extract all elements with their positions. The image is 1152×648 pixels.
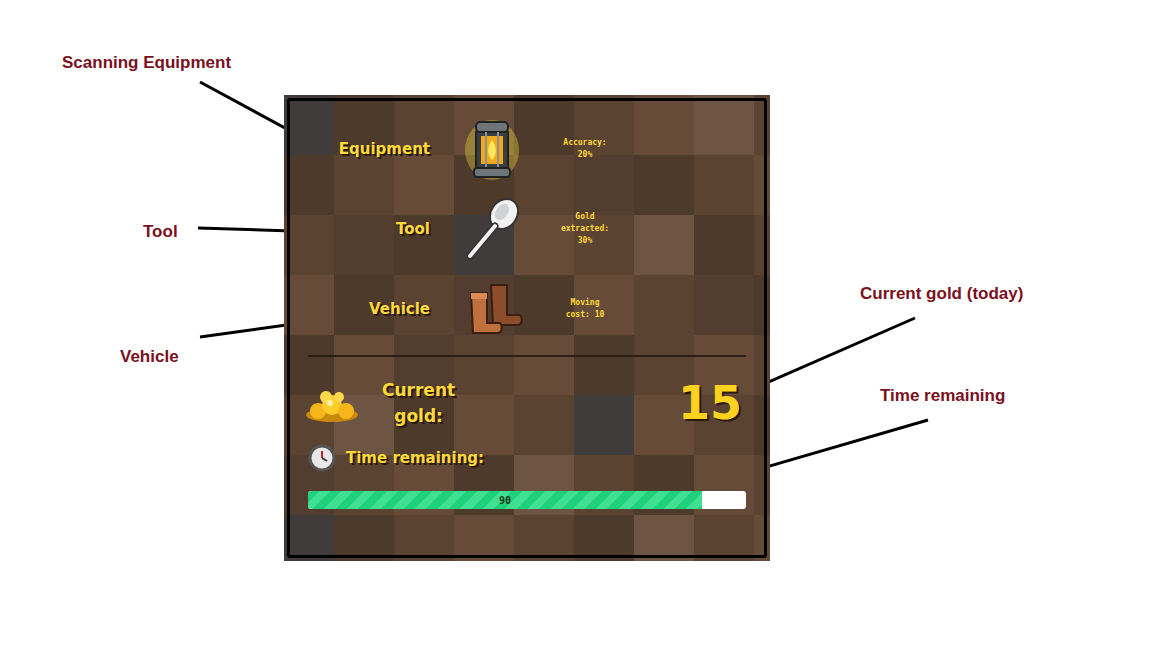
item-label: Equipment — [290, 138, 430, 161]
item-label: Vehicle — [290, 298, 430, 321]
annotation-label: Tool — [143, 219, 178, 245]
annotation-label: Vehicle — [120, 344, 179, 370]
annotation-label: Scanning Equipment — [62, 50, 231, 76]
item-stat-line: 30% — [578, 235, 592, 247]
item-stat: Goldextracted:30% — [538, 211, 632, 247]
panel-frame: Equipment Accuracy:20% Tool Goldextracted:3… — [287, 98, 767, 558]
time-bar-fill: 90 — [308, 491, 702, 509]
gold-pile-icon — [304, 383, 360, 423]
game-panel: Equipment Accuracy:20% Tool Goldextracted:3… — [284, 95, 770, 561]
time-bar: 90 — [308, 491, 746, 509]
equipment-row: Equipment Accuracy:20% — [290, 109, 764, 189]
time-label: Time remaining: — [346, 447, 484, 470]
clock-icon — [308, 444, 336, 472]
gold-label-line: Current — [382, 377, 455, 403]
gold-label: Current gold: — [382, 377, 455, 429]
divider — [308, 355, 746, 357]
gold-row: Current gold: 15 — [290, 373, 764, 433]
annotation-label: Time remaining — [880, 383, 1005, 409]
annotation-label: Current gold (today) — [860, 281, 1023, 307]
item-stat-line: Moving — [571, 297, 600, 309]
spoon-icon — [462, 196, 522, 262]
canvas: Scanning Equipment Tool Vehicle Current gol… — [0, 0, 1152, 648]
boots-icon — [461, 279, 523, 339]
gold-value: 15 — [678, 380, 742, 426]
item-stat-line: Accuracy: — [563, 137, 606, 149]
item-stat: Accuracy:20% — [538, 137, 632, 161]
item-stat-line: 20% — [578, 149, 592, 161]
item-icon-box — [460, 114, 524, 184]
item-icon-box — [460, 274, 524, 344]
item-stat-line: cost: 10 — [566, 309, 605, 321]
equipment-row: Tool Goldextracted:30% — [290, 189, 764, 269]
time-reading: 90 — [499, 493, 511, 508]
equipment-row: Vehicle Movingcost: 10 — [290, 269, 764, 349]
time-row: Time remaining: — [290, 443, 764, 473]
lantern-icon — [464, 116, 520, 182]
item-icon-box — [460, 194, 524, 264]
item-stat-line: Gold — [575, 211, 594, 223]
item-stat-line: extracted: — [561, 223, 609, 235]
item-stat: Movingcost: 10 — [538, 297, 632, 321]
item-label: Tool — [290, 218, 430, 241]
gold-label-line: gold: — [394, 403, 443, 429]
